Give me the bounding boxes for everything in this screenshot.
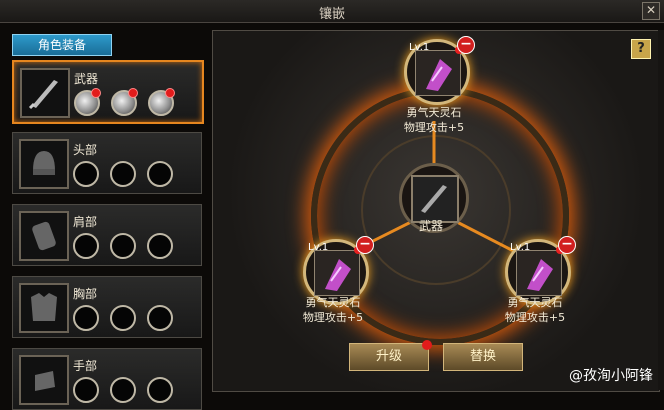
gem-effect: 物理攻击+5 xyxy=(504,311,566,324)
slot-hands[interactable]: 手部 xyxy=(12,348,202,410)
shoulder-armor-icon xyxy=(19,211,69,261)
gem-socket[interactable] xyxy=(147,377,174,403)
gem-info-top: 勇气天灵石 物理攻击+5 xyxy=(374,105,494,135)
glove-icon xyxy=(19,355,69,405)
gem-sockets xyxy=(73,233,179,263)
remove-gem-button[interactable]: − xyxy=(457,36,475,54)
chest-armor-icon xyxy=(19,283,69,333)
gem-socket[interactable] xyxy=(73,161,99,187)
gem-socket[interactable] xyxy=(147,161,174,187)
gem-socket[interactable] xyxy=(74,88,101,116)
title-bar: 镶嵌 ✕ xyxy=(0,0,664,23)
gem-level: Lv.1 xyxy=(409,42,430,53)
gem-socket[interactable] xyxy=(110,233,137,259)
weapon-icon xyxy=(20,68,70,118)
upgrade-label: 升级 xyxy=(375,349,402,364)
gem-name: 勇气天灵石 xyxy=(507,296,563,309)
window-title: 镶嵌 xyxy=(318,7,345,22)
gem-socket[interactable] xyxy=(148,88,176,116)
slot-head[interactable]: 头部 xyxy=(12,132,202,194)
notification-dot xyxy=(422,340,432,350)
slot-name: 肩部 xyxy=(73,215,98,229)
gem-sockets xyxy=(74,88,180,120)
equipment-panel: 角色装备 武器 头部 肩部 胸部 手部 xyxy=(6,28,206,410)
replace-label: 替换 xyxy=(469,349,496,364)
helmet-icon xyxy=(19,139,69,189)
gem-sockets xyxy=(73,161,179,191)
slot-chest[interactable]: 胸部 xyxy=(12,276,202,338)
gem-icon xyxy=(415,50,461,96)
gem-info-left: 勇气天灵石 物理攻击+5 xyxy=(273,295,393,325)
slot-name: 头部 xyxy=(73,143,98,157)
slot-weapon[interactable]: 武器 xyxy=(12,60,204,124)
gem-socket[interactable] xyxy=(111,88,139,116)
upgrade-button[interactable]: 升级 xyxy=(349,340,432,371)
center-equipment-label: 武器 xyxy=(418,219,443,233)
close-button[interactable]: ✕ xyxy=(642,2,660,20)
gem-socket[interactable] xyxy=(110,305,137,331)
gem-socket[interactable] xyxy=(147,233,174,259)
gem-name: 勇气天灵石 xyxy=(305,296,361,309)
gem-socket[interactable] xyxy=(110,377,137,403)
scrollbar[interactable] xyxy=(658,30,664,390)
replace-button[interactable]: 替换 xyxy=(443,343,523,371)
gem-sockets xyxy=(73,377,179,407)
notification-dot xyxy=(128,88,139,98)
notification-dot xyxy=(165,88,176,98)
remove-gem-button[interactable]: − xyxy=(356,236,374,254)
weapon-icon xyxy=(411,175,459,223)
gem-sockets xyxy=(73,305,179,335)
notification-dot xyxy=(91,88,101,98)
slot-name: 手部 xyxy=(73,359,98,373)
slot-name: 武器 xyxy=(74,72,99,86)
gem-socket[interactable] xyxy=(147,305,174,331)
gem-name: 勇气天灵石 xyxy=(406,106,462,119)
gem-level: Lv.1 xyxy=(308,242,329,253)
gem-socket[interactable] xyxy=(73,233,99,259)
remove-gem-button[interactable]: − xyxy=(558,236,576,254)
gem-slot-top[interactable]: Lv.1 − xyxy=(404,36,475,105)
slot-shoulder[interactable]: 肩部 xyxy=(12,204,202,266)
gem-effect: 物理攻击+5 xyxy=(403,121,465,134)
gem-icon xyxy=(516,250,562,296)
gem-info-right: 勇气天灵石 物理攻击+5 xyxy=(475,295,595,325)
gem-level: Lv.1 xyxy=(510,242,531,253)
gem-icon xyxy=(314,250,360,296)
gem-effect: 物理攻击+5 xyxy=(302,311,364,324)
slot-name: 胸部 xyxy=(73,287,98,301)
inlay-panel: ? Lv.1 − 勇气天灵石 物理攻击+5 武器 Lv.1 − 勇气天灵石 物理… xyxy=(212,30,660,392)
watermark: @孜洵小阿锋 xyxy=(569,368,653,384)
gem-socket[interactable] xyxy=(73,305,99,331)
gem-socket[interactable] xyxy=(110,161,137,187)
tab-character-equipment[interactable]: 角色装备 xyxy=(12,34,112,56)
gem-socket[interactable] xyxy=(73,377,99,403)
